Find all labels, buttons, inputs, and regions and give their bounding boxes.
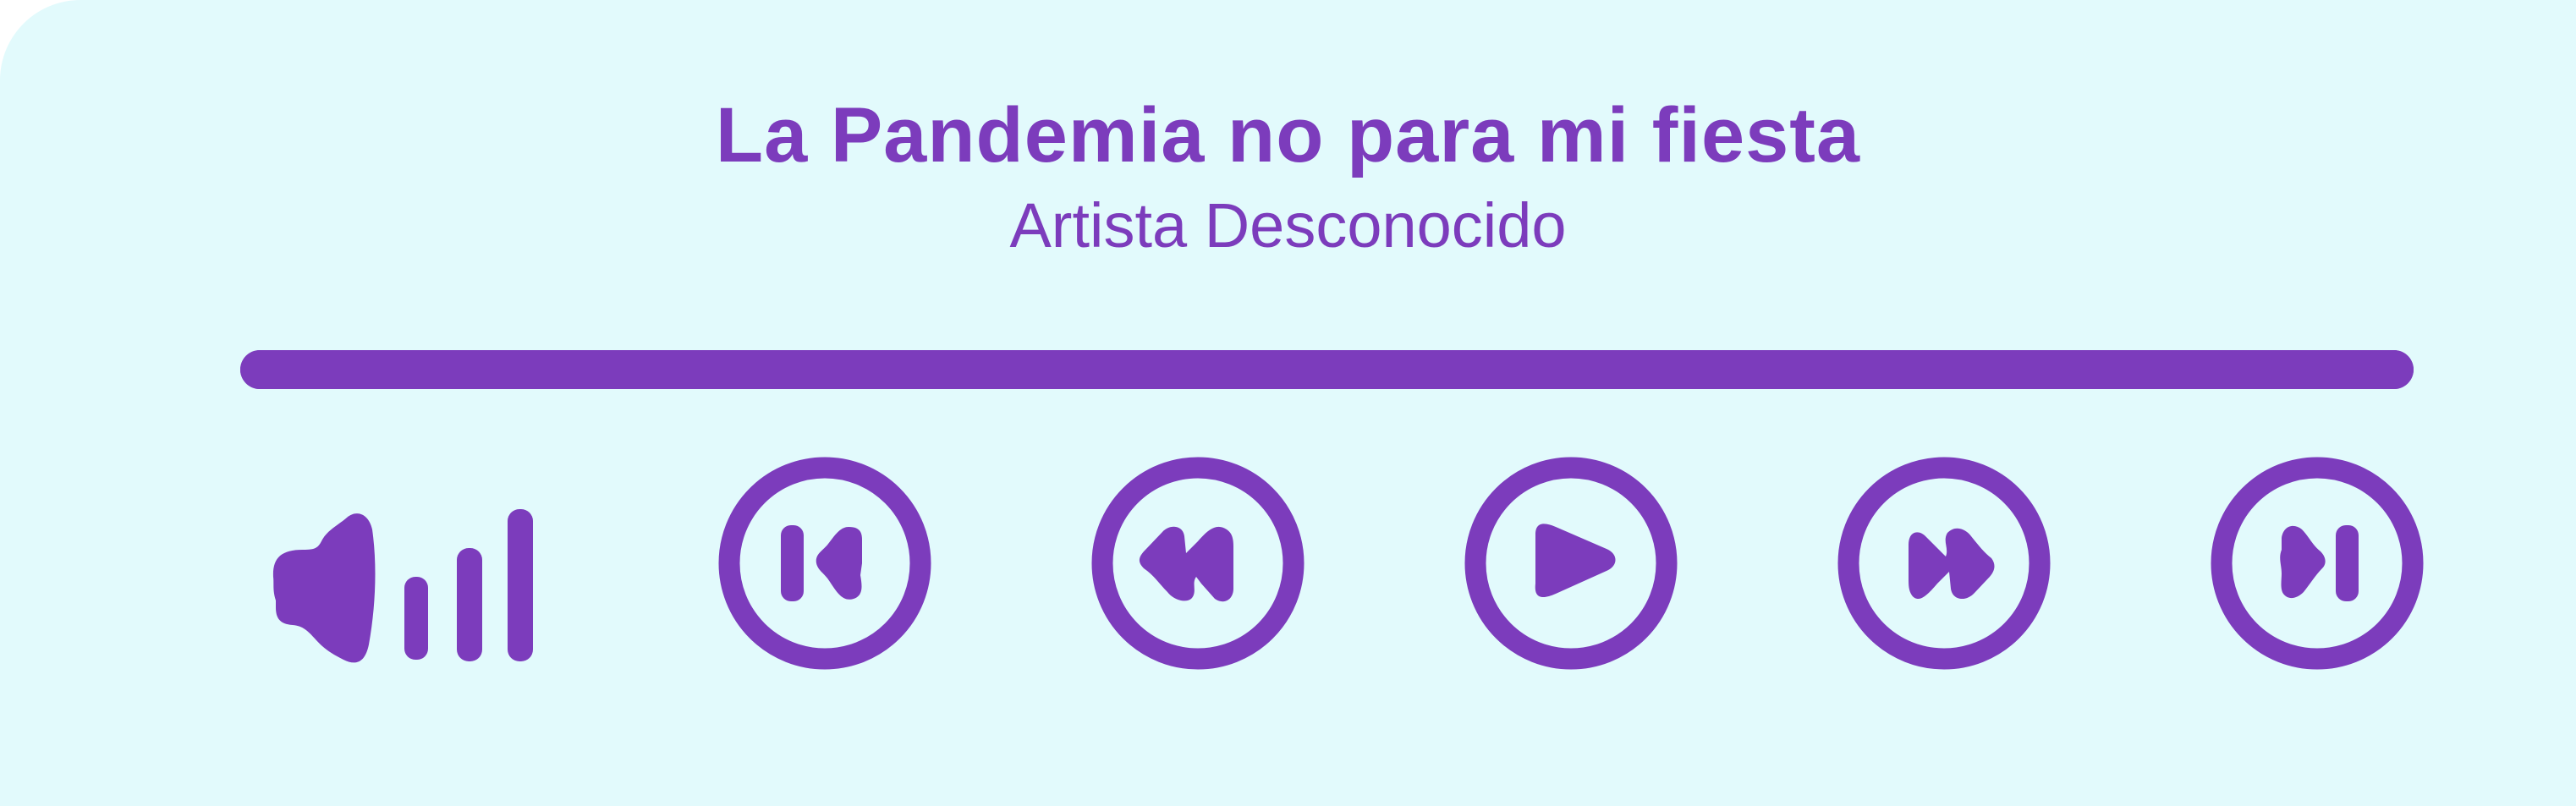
volume-high-icon[interactable] [269, 506, 548, 672]
track-artist: Artista Desconocido [1009, 190, 1567, 260]
fast-forward-button[interactable] [1837, 457, 2051, 670]
track-title: La Pandemia no para mi fiesta [715, 92, 1861, 178]
rewind-button[interactable] [1091, 457, 1304, 670]
volume-bar-3 [508, 509, 533, 661]
rewind-icon [1139, 526, 1233, 602]
play-icon [1535, 524, 1616, 598]
skip-previous-button[interactable] [718, 457, 931, 670]
music-player: La Pandemia no para mi fiesta Artista De… [0, 0, 2576, 806]
skip-previous-icon [781, 525, 862, 601]
volume-bar-1 [404, 577, 428, 660]
volume-bar-2 [457, 548, 482, 661]
progress-bar[interactable] [240, 350, 2414, 389]
fast-forward-icon [1909, 528, 1995, 600]
play-button[interactable] [1464, 457, 1678, 670]
skip-next-icon [2280, 525, 2359, 601]
skip-next-button[interactable] [2211, 457, 2424, 670]
